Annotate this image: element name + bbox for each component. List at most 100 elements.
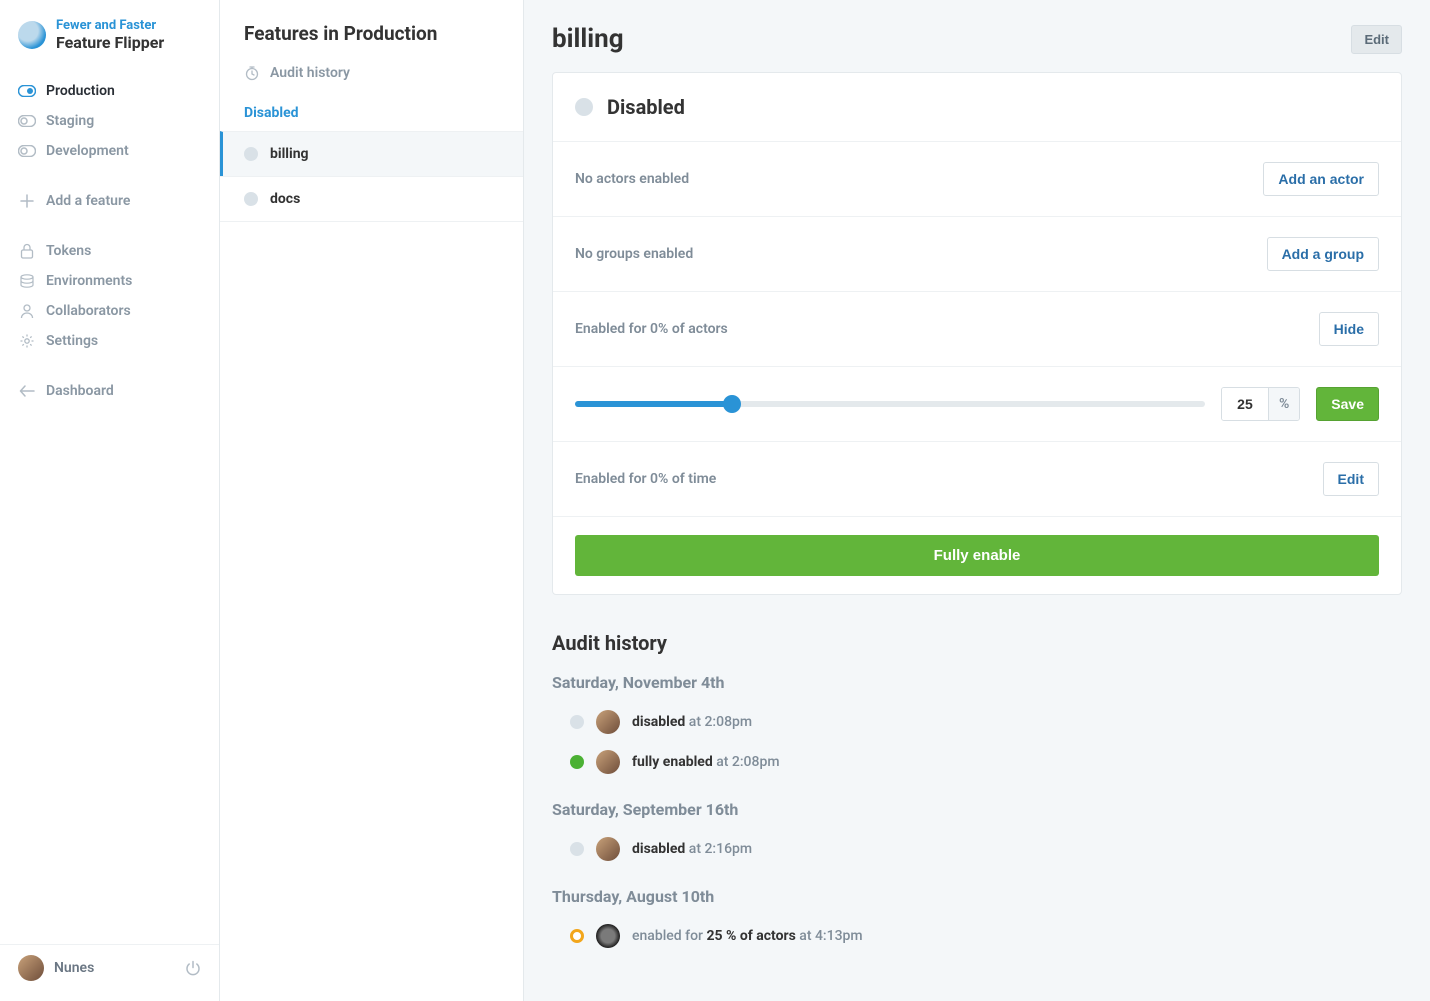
hide-button[interactable]: Hide [1319, 312, 1379, 346]
nav-tokens[interactable]: Tokens [0, 236, 219, 266]
audit-link-label: Audit history [270, 65, 350, 81]
percent-input-group: % [1221, 387, 1300, 421]
audit-text: disabled at 2:16pm [632, 841, 752, 857]
env-label: Development [46, 143, 129, 159]
audit-entry: disabled at 2:16pm [552, 829, 1402, 869]
fully-enable-button[interactable]: Fully enable [575, 535, 1379, 576]
main-content: billing Edit Disabled No actors enabled … [524, 0, 1430, 1001]
audit-text: fully enabled at 2:08pm [632, 754, 780, 770]
slider-row: % Save [553, 366, 1401, 441]
user-name: Nunes [54, 960, 94, 976]
nav-label: Tokens [46, 243, 91, 259]
current-user[interactable]: Nunes [18, 955, 94, 981]
audit-entry: disabled at 2:08pm [552, 702, 1402, 742]
status-row: Disabled [553, 73, 1401, 141]
feature-item-label: billing [270, 146, 309, 162]
edit-time-button[interactable]: Edit [1323, 462, 1379, 496]
env-label: Staging [46, 113, 94, 129]
features-panel: Features in Production Audit history Dis… [220, 0, 524, 1001]
org-name: Fewer and Faster [56, 18, 164, 33]
avatar-icon [596, 710, 620, 734]
toggle-off-icon [18, 142, 36, 160]
status-dot-icon [570, 842, 584, 856]
env-nav: Production Staging Development [0, 70, 219, 172]
person-icon [18, 302, 36, 320]
sidebar: Fewer and Faster Feature Flipper Product… [0, 0, 220, 1001]
plus-icon [18, 192, 36, 210]
add-feature-button[interactable]: Add a feature [0, 186, 219, 216]
status-dot-icon [244, 147, 258, 161]
avatar-icon [596, 837, 620, 861]
toggle-off-icon [18, 112, 36, 130]
env-item-development[interactable]: Development [0, 136, 219, 166]
audit-entry: enabled for 25 % of actors at 4:13pm [552, 916, 1402, 956]
nav-environments[interactable]: Environments [0, 266, 219, 296]
percent-input[interactable] [1222, 388, 1268, 420]
audit-group: Thursday, August 10th enabled for 25 % o… [552, 887, 1402, 956]
page-title: billing [552, 24, 624, 54]
audit-group: Saturday, November 4th disabled at 2:08p… [552, 673, 1402, 782]
audit-group: Saturday, September 16th disabled at 2:1… [552, 800, 1402, 869]
status-label: Disabled [607, 95, 685, 119]
nav-label: Environments [46, 273, 132, 289]
env-label: Production [46, 83, 115, 99]
brand-logo-icon [18, 21, 46, 49]
pct-time-text: Enabled for 0% of time [575, 471, 716, 487]
nav-collaborators[interactable]: Collaborators [0, 296, 219, 326]
feature-item-billing[interactable]: billing [220, 131, 523, 176]
env-item-staging[interactable]: Staging [0, 106, 219, 136]
pct-actors-text: Enabled for 0% of actors [575, 321, 728, 337]
percent-slider[interactable] [575, 401, 1205, 407]
stack-icon [18, 272, 36, 290]
feature-item-label: docs [270, 191, 300, 207]
audit-text: disabled at 2:08pm [632, 714, 752, 730]
groups-row: No groups enabled Add a group [553, 216, 1401, 291]
nav-label: Settings [46, 333, 98, 349]
power-icon[interactable] [185, 960, 201, 976]
pct-actors-row: Enabled for 0% of actors Hide [553, 291, 1401, 366]
features-section-label: Disabled [220, 91, 523, 131]
save-percent-button[interactable]: Save [1316, 387, 1379, 421]
nav-label: Collaborators [46, 303, 131, 319]
clock-icon [244, 65, 260, 81]
add-group-button[interactable]: Add a group [1267, 237, 1379, 271]
add-feature-label: Add a feature [46, 193, 130, 209]
actors-row: No actors enabled Add an actor [553, 141, 1401, 216]
status-dot-icon [570, 715, 584, 729]
lock-icon [18, 242, 36, 260]
avatar-icon [596, 924, 620, 948]
nav-settings[interactable]: Settings [0, 326, 219, 356]
audit-history-link[interactable]: Audit history [220, 55, 523, 91]
status-dot-icon [244, 192, 258, 206]
percent-unit: % [1268, 388, 1299, 420]
audit-date: Saturday, November 4th [552, 673, 1402, 692]
app-name: Feature Flipper [56, 33, 164, 52]
slider-thumb-icon[interactable] [723, 395, 741, 413]
status-dot-icon [570, 755, 584, 769]
avatar-icon [18, 955, 44, 981]
slider-fill [575, 401, 732, 407]
status-ring-icon [570, 929, 584, 943]
avatar-icon [596, 750, 620, 774]
edit-feature-button[interactable]: Edit [1351, 25, 1402, 54]
groups-text: No groups enabled [575, 246, 693, 262]
nav-dashboard[interactable]: Dashboard [0, 376, 219, 406]
feature-card: Disabled No actors enabled Add an actor … [552, 72, 1402, 595]
env-item-production[interactable]: Production [0, 76, 219, 106]
pct-time-row: Enabled for 0% of time Edit [553, 441, 1401, 516]
actors-text: No actors enabled [575, 171, 689, 187]
audit-date: Saturday, September 16th [552, 800, 1402, 819]
status-dot-icon [575, 98, 593, 116]
brand: Fewer and Faster Feature Flipper [0, 18, 219, 70]
add-actor-button[interactable]: Add an actor [1263, 162, 1379, 196]
feature-item-docs[interactable]: docs [220, 176, 523, 222]
audit-date: Thursday, August 10th [552, 887, 1402, 906]
arrow-left-icon [18, 382, 36, 400]
audit-title: Audit history [552, 631, 1402, 655]
audit-entry: fully enabled at 2:08pm [552, 742, 1402, 782]
features-panel-title: Features in Production [220, 0, 523, 55]
audit-text: enabled for 25 % of actors at 4:13pm [632, 928, 863, 944]
toggle-on-icon [18, 82, 36, 100]
nav-label: Dashboard [46, 383, 114, 399]
gear-icon [18, 332, 36, 350]
